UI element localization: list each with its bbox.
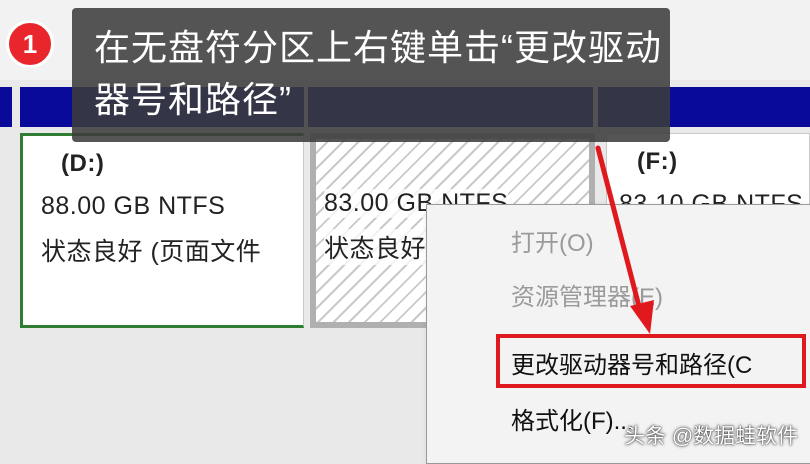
callout-text: 在无盘符分区上右键单击“更改驱动器号和路径” (94, 27, 662, 120)
instruction-callout: 在无盘符分区上右键单击“更改驱动器号和路径” (72, 8, 670, 142)
step-badge-icon: 1 (6, 20, 54, 68)
watermark: 头条 @数据蛙软件 (624, 425, 799, 448)
